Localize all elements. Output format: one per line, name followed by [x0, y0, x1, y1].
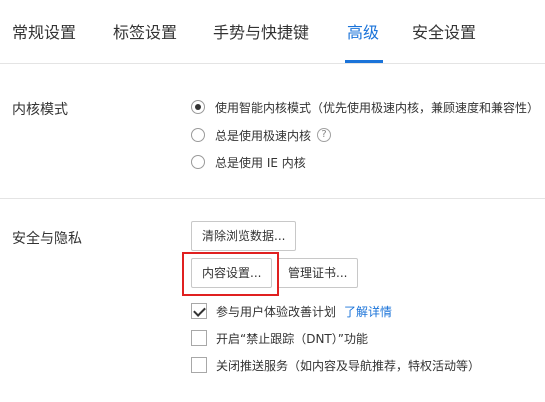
- tab-advanced[interactable]: 高级: [347, 20, 379, 46]
- manage-certificates-button[interactable]: 管理证书...: [277, 258, 359, 288]
- checkbox-checked[interactable]: [191, 303, 207, 319]
- radio-ie-kernel-label: 总是使用 IE 内核: [215, 155, 306, 170]
- disable-push-label: 关闭推送服务（如内容及导航推荐，特权活动等）: [216, 358, 481, 373]
- radio-smart-kernel[interactable]: 使用智能内核模式（优先使用极速内核，兼顾速度和兼容性）: [191, 97, 539, 117]
- settings-tab-bar: 常规设置 标签设置 手势与快捷键 高级 安全设置: [0, 0, 545, 64]
- help-icon[interactable]: ?: [317, 128, 332, 142]
- radio-ie-kernel[interactable]: 总是使用 IE 内核: [191, 152, 306, 172]
- checkbox-ux-program[interactable]: 参与用户体验改善计划 了解详情: [191, 301, 392, 321]
- radio-smart-kernel-label: 使用智能内核模式（优先使用极速内核，兼顾速度和兼容性）: [215, 100, 540, 115]
- ux-program-label: 参与用户体验改善计划: [216, 304, 337, 319]
- checkbox-disable-push[interactable]: 关闭推送服务（如内容及导航推荐，特权活动等）: [191, 355, 480, 375]
- radio-button[interactable]: [191, 128, 205, 142]
- checkbox-dnt[interactable]: 开启“禁止跟踪（DNT）”功能: [191, 328, 368, 348]
- checkbox[interactable]: [191, 330, 207, 346]
- radio-button[interactable]: [191, 155, 205, 169]
- section-divider: [0, 198, 545, 199]
- radio-fast-kernel-label: 总是使用极速内核: [215, 128, 312, 143]
- tab-security[interactable]: 安全设置: [412, 20, 476, 46]
- radio-fast-kernel[interactable]: 总是使用极速内核 ?: [191, 125, 332, 145]
- learn-more-link[interactable]: 了解详情: [344, 303, 392, 320]
- dnt-label: 开启“禁止跟踪（DNT）”功能: [216, 331, 368, 346]
- highlight-annotation-box: [182, 252, 279, 296]
- checkbox[interactable]: [191, 357, 207, 373]
- tab-general[interactable]: 常规设置: [12, 20, 76, 46]
- tab-divider: [0, 63, 545, 64]
- security-privacy-label: 安全与隐私: [12, 231, 82, 247]
- radio-button-checked[interactable]: [191, 100, 205, 114]
- tab-tabs[interactable]: 标签设置: [113, 20, 177, 46]
- clear-browsing-data-button[interactable]: 清除浏览数据...: [191, 221, 297, 251]
- kernel-mode-label: 内核模式: [12, 102, 68, 118]
- advanced-settings-page: 常规设置 标签设置 手势与快捷键 高级 安全设置 内核模式 使用智能内核模式（优…: [0, 0, 545, 402]
- tab-gestures-shortcuts[interactable]: 手势与快捷键: [213, 20, 309, 46]
